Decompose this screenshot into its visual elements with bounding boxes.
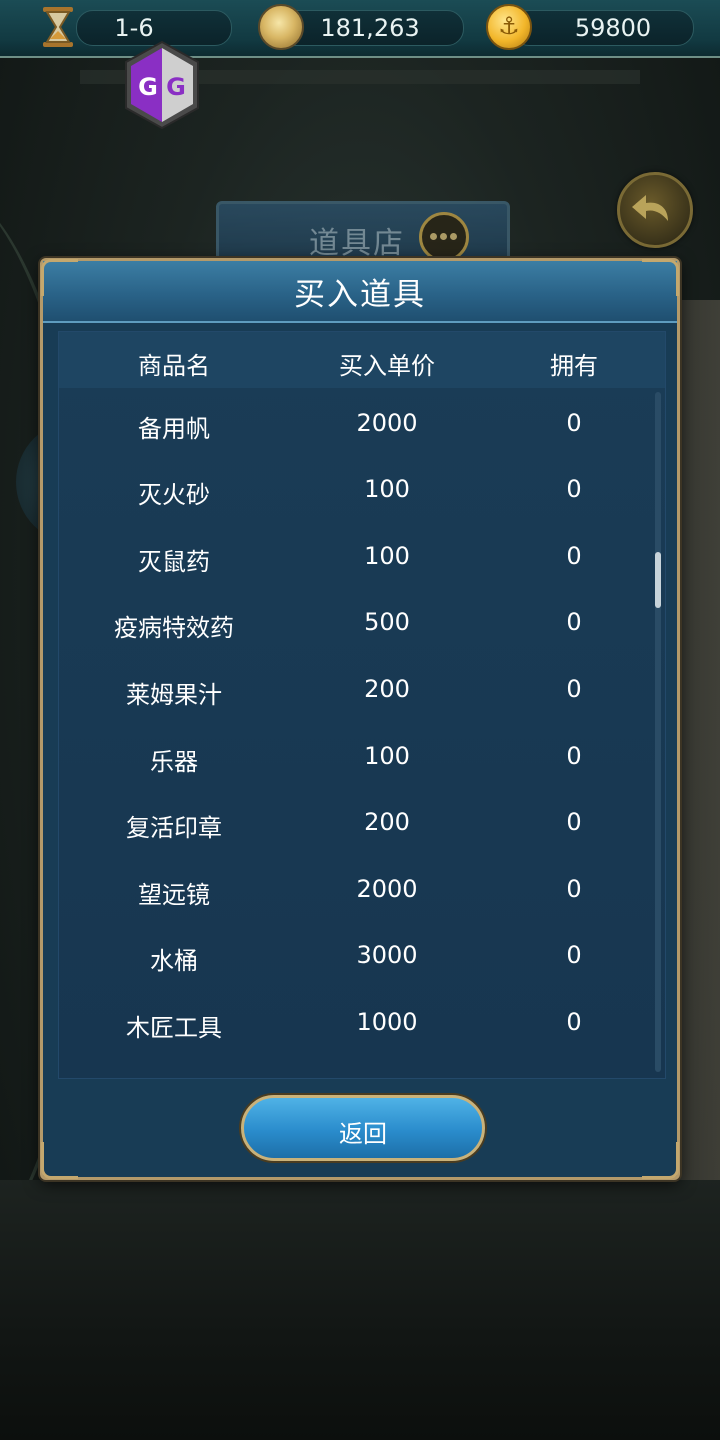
table-row[interactable]: 乐器 100 0 xyxy=(59,726,665,792)
item-price: 100 xyxy=(364,542,410,570)
item-price: 200 xyxy=(364,808,410,836)
item-price: 500 xyxy=(364,608,410,636)
item-name: 乐器 xyxy=(150,748,198,776)
table-row[interactable]: 望远镜 2000 0 xyxy=(59,859,665,925)
item-name: 木匠工具 xyxy=(126,1014,222,1042)
item-price: 100 xyxy=(364,742,410,770)
item-owned: 0 xyxy=(566,475,582,503)
table-row[interactable]: 水桶 3000 0 xyxy=(59,925,665,991)
chat-icon[interactable] xyxy=(419,212,469,262)
compass-counter: 181,263 xyxy=(276,10,464,46)
table-row[interactable]: 莱姆果汁 200 0 xyxy=(59,659,665,725)
status-bar: 1-6 181,263 59800 ⚓ xyxy=(0,0,720,58)
corner-ornament xyxy=(41,259,78,296)
item-owned: 0 xyxy=(566,875,582,903)
corner-ornament xyxy=(642,259,679,296)
table-row[interactable]: 备用帆 2000 0 xyxy=(59,393,665,459)
return-button-label: 返回 xyxy=(339,1120,387,1148)
anchor-coin-icon: ⚓ xyxy=(486,4,532,50)
item-price: 100 xyxy=(364,475,410,503)
table-header: 商品名 买入单价 拥有 xyxy=(59,332,665,388)
item-price: 2000 xyxy=(356,409,418,437)
item-table[interactable]: 商品名 买入单价 拥有 备用帆 2000 0 灭火砂 100 0 灭鼠药 100… xyxy=(58,331,666,1079)
svg-text:G: G xyxy=(138,73,158,101)
item-owned: 0 xyxy=(566,542,582,570)
table-row[interactable]: 木匠工具 1000 0 xyxy=(59,992,665,1058)
svg-text:G: G xyxy=(166,73,186,101)
dialog-header: 买入道具 xyxy=(43,261,677,323)
return-button[interactable]: 返回 xyxy=(241,1095,485,1161)
item-name: 莱姆果汁 xyxy=(126,681,222,709)
item-name: 疫病特效药 xyxy=(114,614,234,642)
item-name: 灭火砂 xyxy=(138,481,210,509)
corner-ornament xyxy=(41,1142,78,1179)
column-header-owned: 拥有 xyxy=(550,352,598,380)
return-arrow-icon xyxy=(632,195,668,221)
scrollbar-thumb[interactable] xyxy=(655,552,661,608)
item-name: 备用帆 xyxy=(138,415,210,443)
dialog-title: 买入道具 xyxy=(294,277,426,313)
item-name: 灭鼠药 xyxy=(138,548,210,576)
item-price: 3000 xyxy=(356,941,418,969)
item-name: 水桶 xyxy=(150,947,198,975)
item-owned: 0 xyxy=(566,608,582,636)
compass-value: 181,263 xyxy=(320,14,420,42)
item-owned: 0 xyxy=(566,808,582,836)
corner-ornament xyxy=(642,1142,679,1179)
compass-icon xyxy=(258,4,304,50)
item-owned: 0 xyxy=(566,675,582,703)
column-header-price: 买入单价 xyxy=(339,352,435,380)
item-name: 复活印章 xyxy=(126,814,222,842)
back-icon-button[interactable] xyxy=(617,172,693,248)
background-floor xyxy=(0,1180,720,1440)
item-owned: 0 xyxy=(566,1008,582,1036)
table-row[interactable]: 疫病特效药 500 0 xyxy=(59,592,665,658)
column-header-name: 商品名 xyxy=(138,352,210,380)
gold-counter: 59800 xyxy=(512,10,694,46)
gg-overlay-logo[interactable]: G G xyxy=(122,40,202,130)
item-price: 200 xyxy=(364,675,410,703)
table-row[interactable]: 复活印章 200 0 xyxy=(59,792,665,858)
gold-value: 59800 xyxy=(574,14,652,42)
item-owned: 0 xyxy=(566,742,582,770)
item-price: 1000 xyxy=(356,1008,418,1036)
scrollbar[interactable] xyxy=(655,392,661,1072)
table-row[interactable]: 灭火砂 100 0 xyxy=(59,459,665,525)
item-price: 2000 xyxy=(356,875,418,903)
item-owned: 0 xyxy=(566,941,582,969)
buy-items-dialog: 买入道具 商品名 买入单价 拥有 备用帆 2000 0 灭火砂 100 0 灭鼠… xyxy=(40,258,680,1180)
item-owned: 0 xyxy=(566,409,582,437)
item-name: 望远镜 xyxy=(138,881,210,909)
shop-title: 道具店 xyxy=(309,226,405,261)
table-row[interactable]: 灭鼠药 100 0 xyxy=(59,526,665,592)
